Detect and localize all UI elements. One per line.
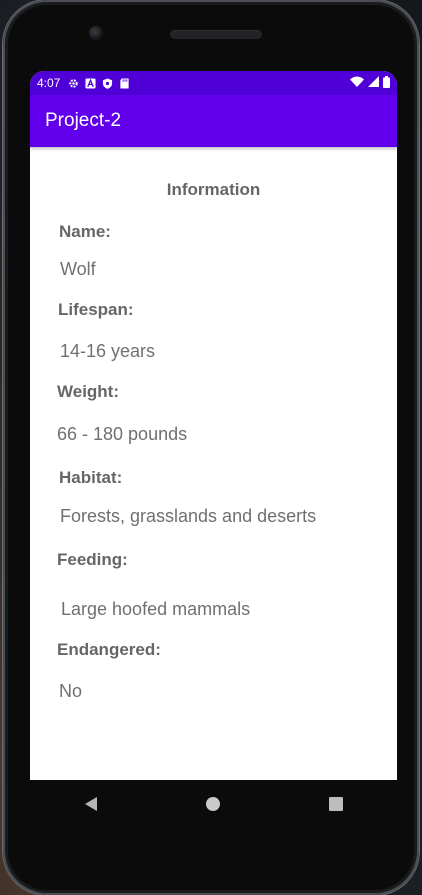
name-label: Name: — [59, 222, 111, 241]
front-camera — [89, 26, 103, 40]
app-title: Project-2 — [45, 110, 122, 131]
app-bar: Project-2 — [30, 95, 397, 147]
recents-icon[interactable] — [328, 797, 343, 811]
feeding-label: Feeding: — [57, 550, 128, 569]
a-icon — [85, 77, 96, 89]
endangered-label: Endangered: — [57, 640, 161, 659]
status-time: 4:07 — [37, 76, 61, 90]
feeding-value: Large hoofed mammals — [61, 599, 251, 619]
weight-label: Weight: — [57, 382, 120, 401]
shield-icon — [102, 77, 113, 89]
sd-card-icon — [119, 77, 130, 89]
earpiece-speaker — [170, 30, 262, 39]
habitat-value: Forests, grasslands and deserts — [60, 506, 317, 526]
navigation-bar — [30, 780, 397, 828]
home-icon[interactable] — [205, 797, 220, 811]
lifespan-label: Lifespan: — [58, 300, 134, 319]
gear-icon — [68, 78, 79, 89]
battery-icon — [383, 75, 390, 91]
back-icon[interactable] — [84, 797, 97, 811]
endangered-value: No — [59, 681, 83, 701]
info-heading: Information — [166, 180, 261, 199]
signal-icon — [368, 76, 379, 90]
habitat-label: Habitat: — [59, 468, 123, 487]
lifespan-value: 14-16 years — [60, 341, 156, 361]
device-screen: 4:07 Project-2 Information Name: Wolf Li… — [30, 71, 397, 780]
weight-value: 66 - 180 pounds — [57, 424, 188, 444]
wifi-icon — [350, 76, 364, 90]
name-value: Wolf — [60, 259, 96, 279]
status-bar: 4:07 — [30, 71, 397, 95]
